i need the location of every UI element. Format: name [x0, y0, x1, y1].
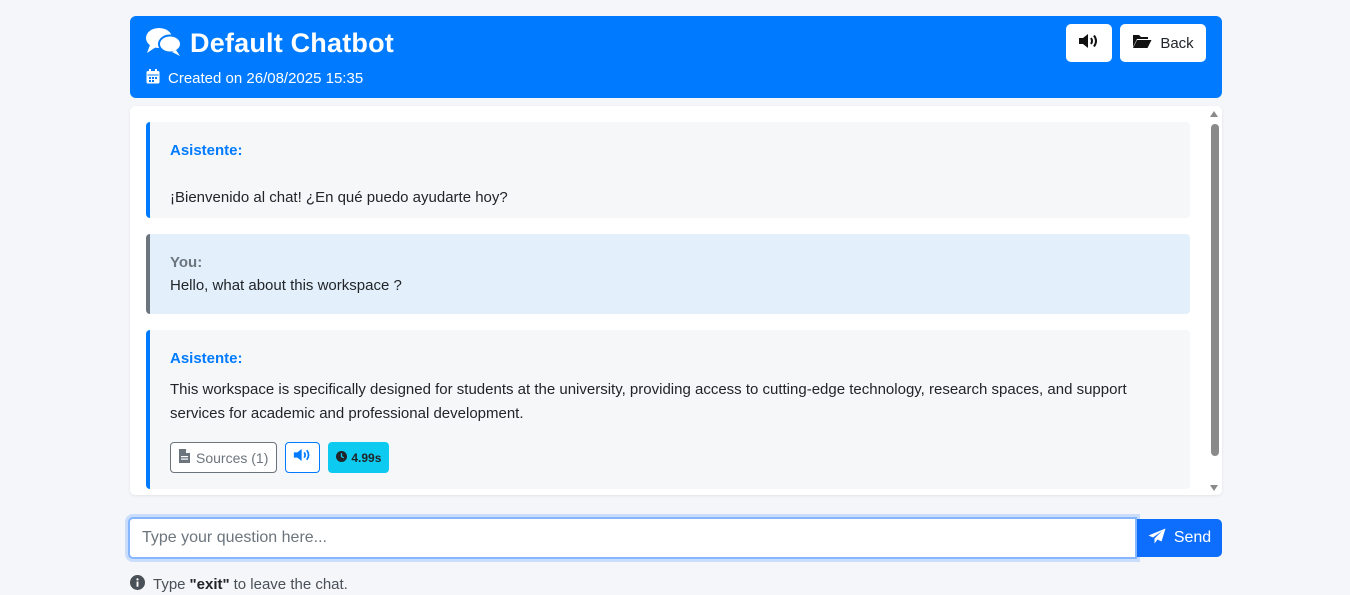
response-time: 4.99s [351, 450, 382, 465]
question-input-group: Send [128, 517, 1222, 559]
bot-message: Asistente: This workspace is specificall… [146, 330, 1190, 489]
created-text: Created on 26/08/2025 15:35 [168, 70, 364, 87]
volume-icon [293, 448, 312, 467]
message-text: Hello, what about this workspace ? [170, 277, 402, 294]
hint-keyword: "exit" [189, 576, 230, 593]
clock-icon [336, 450, 348, 465]
sources-label: Sources (1) [196, 449, 269, 466]
sound-toggle-button[interactable] [1066, 24, 1112, 62]
message-author: You: [170, 254, 203, 271]
back-button[interactable]: Back [1120, 24, 1206, 62]
send-label: Send [1173, 529, 1212, 546]
scrollbar[interactable] [1208, 106, 1222, 495]
send-button[interactable]: Send [1137, 519, 1222, 557]
file-icon [179, 449, 190, 466]
play-audio-button[interactable] [285, 442, 321, 473]
message-text: ¡Bienvenido al chat! ¿En qué puedo ayuda… [170, 189, 508, 206]
volume-icon [1078, 33, 1100, 53]
message-author: Asistente: [170, 142, 243, 159]
calendar-icon [146, 69, 160, 88]
user-message: You: Hello, what about this workspace ? [146, 234, 1190, 314]
scroll-up-arrow[interactable] [1210, 111, 1218, 117]
back-label: Back [1160, 34, 1194, 52]
question-input[interactable] [128, 517, 1137, 559]
chat-header: Default Chatbot Created on 26/08/2025 15… [130, 16, 1222, 98]
hint-suffix: to leave the chat. [233, 576, 348, 593]
info-icon [130, 575, 145, 594]
comments-icon [145, 26, 182, 61]
paper-plane-icon [1148, 528, 1166, 549]
exit-hint: Type "exit" to leave the chat. [130, 575, 348, 594]
sources-button[interactable]: Sources (1) [170, 442, 278, 473]
bot-message: Asistente: ¡Bienvenido al chat! ¿En qué … [146, 122, 1190, 218]
message-text: This workspace is specifically designed … [170, 381, 1127, 422]
hint-prefix: Type [153, 576, 186, 593]
title-row: Default Chatbot [145, 26, 394, 61]
folder-open-icon [1132, 33, 1152, 53]
scrollbar-thumb[interactable] [1211, 124, 1219, 456]
message-actions: Sources (1) 4.99s [170, 442, 390, 473]
message-author: Asistente: [170, 350, 243, 367]
page-title: Default Chatbot [190, 28, 394, 58]
chat-messages[interactable]: Asistente: ¡Bienvenido al chat! ¿En qué … [130, 106, 1222, 495]
response-time-badge: 4.99s [328, 442, 390, 473]
scroll-down-arrow[interactable] [1210, 485, 1218, 491]
created-date: Created on 26/08/2025 15:35 [146, 69, 363, 88]
